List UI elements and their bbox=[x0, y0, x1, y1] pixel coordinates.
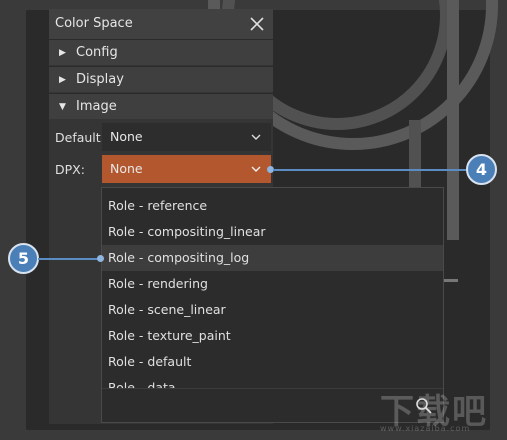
default-select-value: None bbox=[110, 129, 143, 144]
default-select[interactable]: None bbox=[102, 123, 271, 151]
dpx-select-value: None bbox=[110, 161, 143, 176]
callout-anchor-dot bbox=[97, 255, 104, 262]
section-image[interactable]: ▼ Image bbox=[49, 93, 273, 119]
expanded-triangle-icon: ▼ bbox=[59, 102, 66, 112]
close-icon[interactable] bbox=[249, 16, 265, 32]
section-label: Config bbox=[76, 45, 118, 60]
callout-line bbox=[273, 169, 467, 171]
collapsed-triangle-icon: ▶ bbox=[59, 75, 66, 85]
chevron-down-icon bbox=[251, 166, 261, 172]
dropdown-option[interactable]: Role - texture_paint bbox=[102, 323, 443, 349]
default-label: Default: bbox=[55, 130, 105, 145]
section-label: Image bbox=[76, 99, 117, 114]
panel-titlebar: Color Space bbox=[49, 9, 273, 39]
section-label: Display bbox=[76, 72, 124, 87]
dropdown-option[interactable]: Role - default bbox=[102, 349, 443, 375]
dpx-label: DPX: bbox=[55, 162, 85, 177]
chevron-down-icon bbox=[251, 134, 261, 140]
dropdown-option[interactable]: Role - scene_linear bbox=[102, 297, 443, 323]
collapsed-triangle-icon: ▶ bbox=[59, 48, 66, 58]
dropdown-option-highlighted[interactable]: Role - compositing_log bbox=[102, 245, 443, 271]
callout-badge-4: 4 bbox=[466, 154, 497, 185]
callout-badge-5: 5 bbox=[8, 243, 39, 274]
dropdown-option[interactable]: Role - rendering bbox=[102, 271, 443, 297]
dropdown-option[interactable]: Role - reference bbox=[102, 193, 443, 219]
watermark-logo: 下载吧 www.xiazaiba.com bbox=[380, 384, 502, 434]
watermark-subtext: www.xiazaiba.com bbox=[380, 424, 471, 433]
section-config[interactable]: ▶ Config bbox=[49, 39, 273, 65]
decorative-bar-right bbox=[447, 0, 459, 240]
panel-title: Color Space bbox=[55, 16, 133, 31]
callout-line bbox=[38, 258, 100, 260]
section-display[interactable]: ▶ Display bbox=[49, 66, 273, 92]
dpx-select[interactable]: None bbox=[102, 155, 271, 183]
dropdown-option[interactable]: Role - compositing_linear bbox=[102, 219, 443, 245]
